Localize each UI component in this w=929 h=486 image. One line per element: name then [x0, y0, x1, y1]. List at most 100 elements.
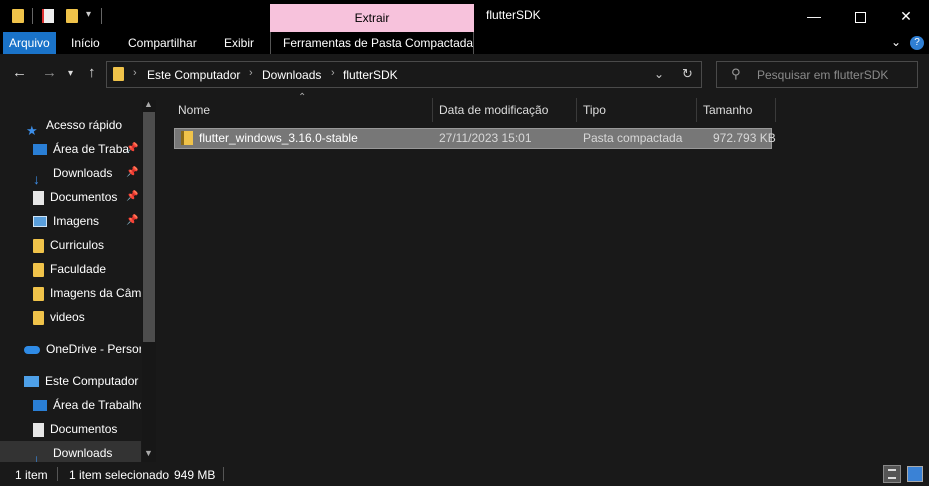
nav-pc-area-de-trabalho[interactable]: Área de Trabalhc [33, 393, 141, 417]
nav-item-documentos[interactable]: Documentos [33, 185, 141, 209]
pin-icon: 📌 [126, 191, 139, 202]
help-icon[interactable]: ? [910, 36, 924, 50]
item-count: 1 item [15, 468, 48, 482]
maximize-button[interactable] [837, 0, 883, 32]
desktop-icon [33, 400, 47, 412]
status-divider [57, 467, 58, 481]
quick-access-toolbar: ▾ [6, 6, 102, 26]
tab-inicio[interactable]: Início [71, 32, 100, 54]
nav-label: Área de Trabalhc [53, 398, 141, 412]
breadcrumb-fluttersdk[interactable]: flutterSDK [343, 68, 398, 82]
nav-label: Documentos [50, 422, 118, 436]
nav-item-imagens[interactable]: Imagens [33, 209, 141, 233]
forward-arrow-icon[interactable]: → [42, 64, 57, 81]
nav-item-faculdade[interactable]: Faculdade [33, 257, 141, 281]
nav-item-imagens-da-camera[interactable]: Imagens da Câm [33, 281, 141, 305]
column-header-tamanho[interactable]: Tamanho [703, 98, 752, 122]
folder-icon [33, 238, 44, 253]
column-divider[interactable] [775, 98, 776, 122]
column-divider[interactable] [432, 98, 433, 122]
tab-ferramentas-pasta-compactada[interactable]: Ferramentas de Pasta Compactada [283, 32, 473, 54]
contextual-tab-extract[interactable]: Extrair [270, 4, 474, 32]
nav-label: Documentos [50, 190, 118, 204]
cloud-icon [24, 345, 40, 354]
nav-item-curriculos[interactable]: Curriculos [33, 233, 141, 257]
close-button[interactable]: ✕ [883, 0, 929, 32]
nav-label: Faculdade [50, 262, 107, 276]
zip-folder-icon [181, 131, 193, 145]
refresh-icon[interactable]: ↻ [682, 66, 693, 82]
desktop-icon [33, 144, 47, 156]
separator-icon [101, 8, 102, 24]
nav-item-downloads[interactable]: ↓ Downloads [33, 161, 141, 185]
downloads-icon: ↓ [33, 170, 40, 185]
nav-label: Este Computador [45, 374, 139, 388]
star-icon: ★ [26, 122, 38, 137]
folder-icon [33, 262, 44, 277]
window-title: flutterSDK [486, 8, 541, 22]
maximize-icon [854, 11, 866, 23]
back-arrow-icon[interactable]: ← [12, 64, 27, 81]
column-header-data[interactable]: Data de modificação [439, 98, 548, 122]
close-icon: ✕ [900, 8, 912, 24]
minimize-icon: — [807, 8, 821, 24]
tab-arquivo[interactable]: Arquivo [3, 32, 56, 54]
nav-label: Imagens [53, 214, 100, 228]
nav-item-videos[interactable]: videos [33, 305, 141, 329]
search-input[interactable]: Pesquisar em flutterSDK [757, 68, 888, 82]
nav-label: Downloads [53, 166, 113, 180]
nav-label: Área de Traba [53, 142, 130, 156]
nav-item-area-de-trabalho[interactable]: Área de Traba [33, 137, 141, 161]
search-icon: ⚲ [731, 66, 741, 81]
nav-label: Curriculos [50, 238, 105, 252]
large-icons-view-icon[interactable] [907, 466, 923, 482]
folder-icon[interactable] [12, 9, 24, 23]
breadcrumb-separator-icon[interactable]: › [133, 67, 137, 79]
nav-onedrive[interactable]: OneDrive - Persor [24, 337, 141, 361]
recent-locations-icon[interactable]: ▾ [68, 68, 73, 79]
nav-label: Imagens da Câm [50, 286, 141, 300]
tab-compartilhar[interactable]: Compartilhar [128, 32, 197, 54]
expand-ribbon-icon[interactable]: ⌄ [891, 35, 901, 49]
nav-label: Downloads [53, 446, 113, 460]
folder-icon [33, 286, 44, 301]
sort-arrow-icon: ⌃ [298, 92, 307, 103]
minimize-button[interactable]: — [791, 0, 837, 32]
downloads-icon: ↓ [33, 450, 40, 465]
selected-size: 949 MB [174, 468, 216, 482]
nav-label: Acesso rápido [46, 118, 123, 132]
column-divider[interactable] [696, 98, 697, 122]
nav-este-computador[interactable]: Este Computador [24, 369, 141, 393]
selected-count: 1 item selecionado [69, 468, 170, 482]
column-header-nome[interactable]: Nome [178, 98, 210, 122]
customize-toolbar-icon[interactable]: ▾ [86, 9, 91, 20]
column-header-tipo[interactable]: Tipo [583, 98, 606, 122]
address-dropdown-icon[interactable]: ⌄ [654, 67, 664, 81]
breadcrumb-separator-icon[interactable]: › [331, 67, 335, 79]
file-type: Pasta compactada [583, 131, 683, 145]
breadcrumb-separator-icon[interactable]: › [249, 67, 253, 79]
scroll-down-icon[interactable]: ▼ [144, 448, 153, 458]
pin-icon: 📌 [126, 143, 139, 154]
column-divider[interactable] [576, 98, 577, 122]
up-arrow-icon[interactable]: ↑ [88, 64, 96, 81]
breadcrumb-este-computador[interactable]: Este Computador [147, 68, 240, 82]
contextual-tab-label: Extrair [354, 11, 390, 25]
nav-scrollbar-thumb[interactable] [143, 112, 155, 342]
nav-label: OneDrive - Persor [46, 342, 141, 356]
tab-exibir[interactable]: Exibir [224, 32, 254, 54]
file-date: 27/11/2023 15:01 [439, 131, 532, 145]
scroll-up-icon[interactable]: ▲ [144, 99, 153, 109]
nav-pc-documentos[interactable]: Documentos [33, 417, 141, 441]
properties-icon[interactable] [42, 9, 54, 23]
pictures-icon [33, 216, 47, 228]
folder-icon [113, 67, 124, 81]
file-name: flutter_windows_3.16.0-stable [199, 131, 358, 145]
pin-icon: 📌 [126, 167, 139, 178]
breadcrumb-downloads[interactable]: Downloads [262, 68, 321, 82]
details-view-icon[interactable] [883, 465, 901, 483]
documents-icon [33, 422, 44, 437]
pin-icon: 📌 [126, 215, 139, 226]
new-folder-icon[interactable] [66, 9, 78, 23]
nav-quick-access[interactable]: ★ Acesso rápido [26, 113, 141, 137]
